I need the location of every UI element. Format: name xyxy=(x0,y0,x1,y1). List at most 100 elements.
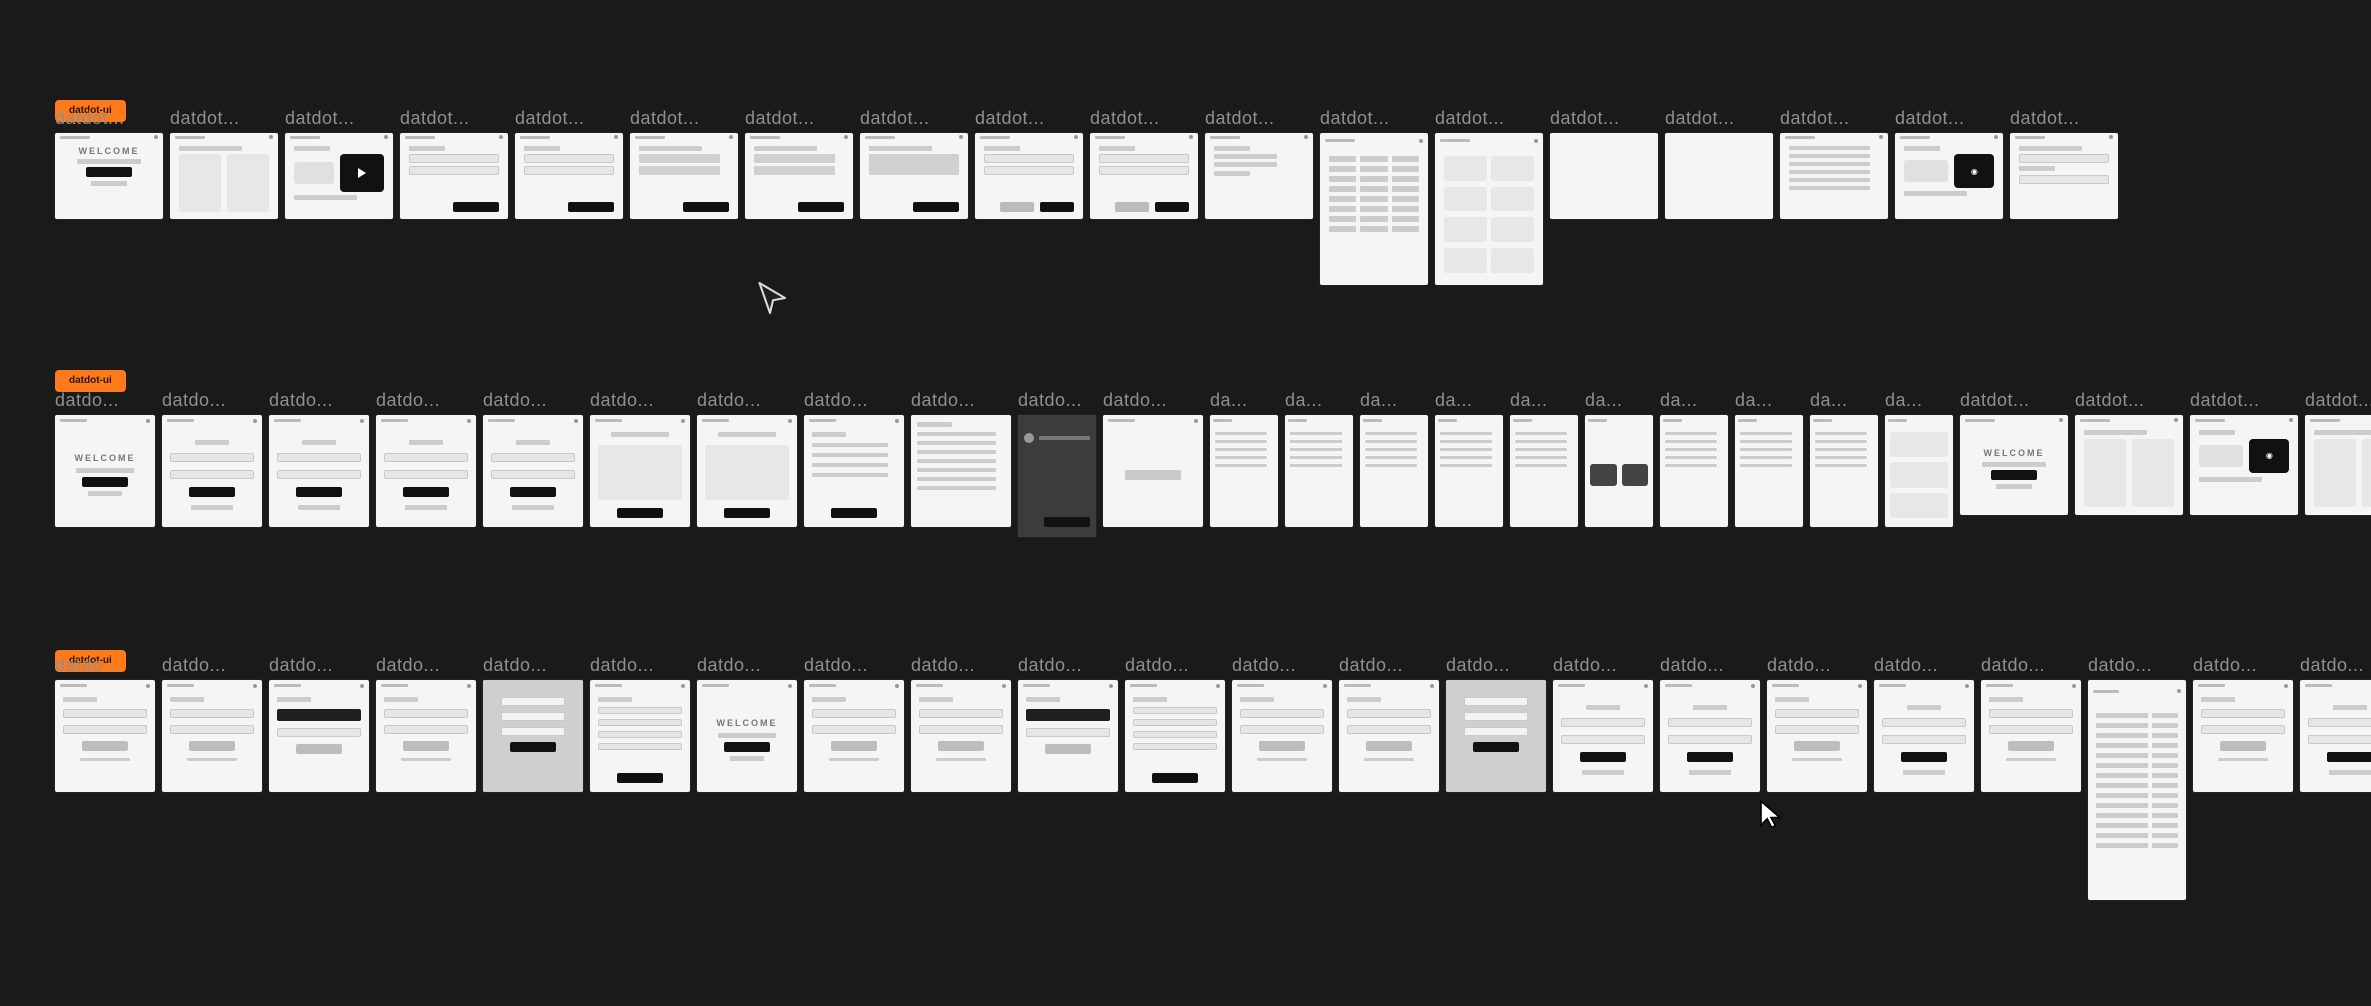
frame-thumb[interactable]: datdo... xyxy=(1981,655,2081,792)
frame-thumb[interactable]: datdot... xyxy=(1665,108,1773,219)
frame-canvas[interactable] xyxy=(1981,680,2081,792)
frame-label[interactable]: da... xyxy=(1585,390,1623,411)
frame-canvas[interactable] xyxy=(1232,680,1332,792)
frame-label[interactable]: datdot... xyxy=(975,108,1045,129)
frame-canvas[interactable] xyxy=(400,133,508,219)
frame-label[interactable]: da... xyxy=(1735,390,1773,411)
frame-thumb[interactable]: da... xyxy=(1810,390,1878,527)
frame-label[interactable]: datdot... xyxy=(1320,108,1390,129)
frame-canvas[interactable] xyxy=(2010,133,2118,219)
frame-canvas[interactable] xyxy=(483,680,583,792)
frame-thumb[interactable]: datdot... WELCOME xyxy=(1960,390,2068,515)
frame-thumb[interactable]: datdot... xyxy=(860,108,968,219)
frame-thumb[interactable]: datdo... xyxy=(697,390,797,527)
frame-thumb[interactable]: datdot... xyxy=(2010,108,2118,219)
frame-thumb[interactable]: datdo... xyxy=(162,390,262,527)
frame-label[interactable]: datdo... xyxy=(483,655,547,676)
frame-label[interactable]: datdot... xyxy=(1895,108,1965,129)
frame-canvas[interactable] xyxy=(1874,680,1974,792)
frame-label[interactable]: datdot... xyxy=(2010,108,2080,129)
frame-canvas[interactable] xyxy=(515,133,623,219)
frame-label[interactable]: datdot... xyxy=(1960,390,2030,411)
frame-label[interactable]: datdot... xyxy=(1550,108,1620,129)
frame-thumb[interactable]: datdo... xyxy=(1125,655,1225,792)
frame-canvas[interactable] xyxy=(1210,415,1278,527)
frame-canvas[interactable] xyxy=(911,415,1011,527)
frame-label[interactable]: datdot... xyxy=(1780,108,1850,129)
frame-label[interactable]: datdo... xyxy=(1232,655,1296,676)
frame-canvas[interactable] xyxy=(590,415,690,527)
frame-thumb[interactable]: datdo... xyxy=(1767,655,1867,792)
design-canvas[interactable]: datdot-ui datdot-ui datdot-ui datdot... … xyxy=(0,0,2371,1006)
section-label-row2[interactable]: datdot-ui xyxy=(55,370,126,392)
frame-label[interactable]: datdot... xyxy=(630,108,700,129)
frame-canvas[interactable] xyxy=(1585,415,1653,527)
frame-label[interactable]: datdo... xyxy=(376,390,440,411)
frame-canvas[interactable] xyxy=(1360,415,1428,527)
frame-label[interactable]: datdo... xyxy=(590,655,654,676)
frame-label[interactable]: datdo... xyxy=(1553,655,1617,676)
frame-thumb[interactable]: datdo... xyxy=(2193,655,2293,792)
frame-thumb[interactable]: datdo... xyxy=(483,655,583,792)
frame-canvas[interactable] xyxy=(376,680,476,792)
frame-canvas[interactable] xyxy=(2088,680,2186,900)
frame-canvas[interactable] xyxy=(170,133,278,219)
frame-label[interactable]: datdo... xyxy=(162,655,226,676)
frame-canvas[interactable] xyxy=(1320,133,1428,285)
frame-thumb[interactable]: datdo... WELCOME xyxy=(55,390,155,527)
frame-canvas[interactable] xyxy=(1665,133,1773,219)
frame-thumb[interactable]: datdo... xyxy=(376,390,476,527)
frame-thumb[interactable]: datdo... xyxy=(804,655,904,792)
frame-thumb[interactable]: datdo... xyxy=(590,655,690,792)
frame-label[interactable]: datdo... xyxy=(269,390,333,411)
frame-label[interactable]: da... xyxy=(1660,390,1698,411)
frame-label[interactable]: datdo... xyxy=(697,655,761,676)
frame-label[interactable]: da... xyxy=(1360,390,1398,411)
frame-canvas[interactable] xyxy=(1435,415,1503,527)
frame-label[interactable]: datdo... xyxy=(911,390,975,411)
frame-label[interactable]: datdot... xyxy=(1090,108,1160,129)
frame-thumb[interactable]: datdo... WELCOME xyxy=(697,655,797,792)
frame-canvas[interactable] xyxy=(1339,680,1439,792)
frame-label[interactable]: datdo... xyxy=(1103,390,1167,411)
frame-thumb[interactable]: datdo... xyxy=(911,390,1011,527)
frame-label[interactable]: datdot... xyxy=(745,108,815,129)
frame-canvas[interactable] xyxy=(1553,680,1653,792)
frame-canvas[interactable] xyxy=(630,133,738,219)
frame-canvas[interactable] xyxy=(1103,415,1203,527)
frame-thumb[interactable]: datdot... xyxy=(745,108,853,219)
frame-canvas[interactable] xyxy=(1446,680,1546,792)
frame-thumb[interactable]: datdo... xyxy=(590,390,690,527)
frame-label[interactable]: datdo... xyxy=(483,390,547,411)
frame-label[interactable]: datdo... xyxy=(590,390,654,411)
frame-canvas[interactable] xyxy=(1780,133,1888,219)
frame-canvas[interactable] xyxy=(1205,133,1313,219)
frame-thumb[interactable]: da... xyxy=(1210,390,1278,527)
frame-canvas[interactable] xyxy=(1885,415,1953,527)
frame-thumb[interactable]: datdo... xyxy=(1660,655,1760,792)
frame-thumb[interactable]: datdo... xyxy=(55,655,155,792)
frame-label[interactable]: datdot... xyxy=(170,108,240,129)
frame-thumb[interactable]: datdot... xyxy=(2075,390,2183,515)
frame-label[interactable]: da... xyxy=(1210,390,1248,411)
frame-thumb[interactable]: datdo... xyxy=(1018,390,1096,537)
frame-thumb[interactable]: datdo... xyxy=(2088,655,2186,900)
frame-thumb[interactable]: datdo... xyxy=(1874,655,1974,792)
frame-canvas[interactable] xyxy=(590,680,690,792)
frame-canvas[interactable] xyxy=(1285,415,1353,527)
frame-thumb[interactable]: datdot... xyxy=(1205,108,1313,219)
frame-canvas[interactable]: WELCOME xyxy=(697,680,797,792)
frame-label[interactable]: datdo... xyxy=(55,655,119,676)
frame-label[interactable]: datdo... xyxy=(2193,655,2257,676)
frame-label[interactable]: datdo... xyxy=(376,655,440,676)
frame-thumb[interactable]: datdot... xyxy=(1090,108,1198,219)
frame-label[interactable]: datdot... xyxy=(400,108,470,129)
frame-canvas[interactable] xyxy=(1510,415,1578,527)
frame-thumb[interactable]: da... xyxy=(1360,390,1428,527)
frame-label[interactable]: datdo... xyxy=(1874,655,1938,676)
frame-canvas[interactable] xyxy=(1660,680,1760,792)
frame-label[interactable]: datdo... xyxy=(2088,655,2152,676)
frame-canvas[interactable] xyxy=(1550,133,1658,219)
frame-thumb[interactable]: datdo... xyxy=(1232,655,1332,792)
frame-thumb[interactable]: da... xyxy=(1585,390,1653,527)
